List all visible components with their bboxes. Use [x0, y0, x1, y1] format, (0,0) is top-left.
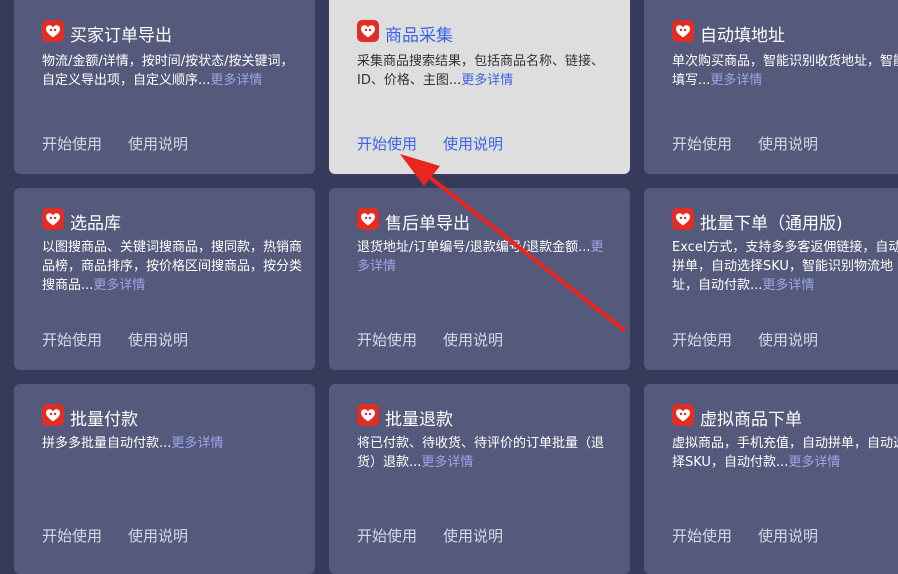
card-title: 批量退款: [357, 404, 453, 431]
card-batch-payment: 批量付款 拼多多批量自动付款...更多详情 开始使用 使用说明: [14, 384, 315, 574]
card-batch-order: 批量下单（通用版) Excel方式，支持多多客返佣链接，自动拼单，自动选择SKU…: [644, 188, 898, 370]
start-button[interactable]: 开始使用: [672, 133, 732, 154]
card-actions: 开始使用 使用说明: [672, 329, 818, 350]
card-description: 虚拟商品，手机充值，自动拼单，自动选择SKU，自动付款...更多详情: [672, 434, 898, 472]
card-actions: 开始使用 使用说明: [42, 329, 188, 350]
guide-button[interactable]: 使用说明: [758, 329, 818, 350]
card-auto-address: 自动填地址 单次购买商品，智能识别收货地址，智能填写...更多详情 开始使用 使…: [644, 0, 898, 174]
pdd-logo-icon: [42, 208, 64, 235]
guide-button[interactable]: 使用说明: [758, 133, 818, 154]
guide-button[interactable]: 使用说明: [443, 133, 503, 154]
card-actions: 开始使用 使用说明: [357, 329, 503, 350]
pdd-logo-icon: [357, 404, 379, 431]
card-description-text: 以图搜商品、关键词搜商品，搜同款，热销商品榜，商品排序，按价格区间搜商品，按分类…: [42, 240, 303, 293]
guide-button[interactable]: 使用说明: [128, 525, 188, 546]
more-details-link[interactable]: 更多详情: [210, 73, 262, 88]
pdd-logo-icon: [672, 404, 694, 431]
card-title: 批量付款: [42, 404, 138, 431]
card-title: 选品库: [42, 208, 121, 235]
start-button[interactable]: 开始使用: [42, 525, 102, 546]
card-title-text: 批量付款: [70, 410, 138, 430]
card-title-text: 虚拟商品下单: [700, 410, 802, 430]
card-virtual-goods-order: 虚拟商品下单 虚拟商品，手机充值，自动拼单，自动选择SKU，自动付款...更多详…: [644, 384, 898, 574]
guide-button[interactable]: 使用说明: [758, 525, 818, 546]
pdd-logo-icon: [42, 404, 64, 431]
more-details-link[interactable]: 更多详情: [93, 278, 145, 293]
start-button[interactable]: 开始使用: [672, 525, 732, 546]
card-aftersale-export: 售后单导出 退货地址/订单编号/退款编号/退款金额...更多详情 开始使用 使用…: [329, 188, 630, 370]
card-actions: 开始使用 使用说明: [672, 525, 818, 546]
card-title-text: 买家订单导出: [70, 26, 172, 46]
more-details-link[interactable]: 更多详情: [762, 278, 814, 293]
start-button[interactable]: 开始使用: [42, 329, 102, 350]
card-title-text: 选品库: [70, 214, 121, 234]
card-buyer-order-export: 买家订单导出 物流/金额/详情，按时间/按状态/按关键词，自定义导出项，自定义顺…: [14, 0, 315, 174]
pdd-logo-icon: [672, 208, 694, 235]
card-description: 将已付款、待收货、待评价的订单批量（退货）退款...更多详情: [357, 434, 607, 472]
card-title: 商品采集: [357, 20, 453, 47]
card-actions: 开始使用 使用说明: [672, 133, 818, 154]
card-title-text: 售后单导出: [385, 214, 470, 234]
card-description: 拼多多批量自动付款...更多详情: [42, 434, 304, 453]
more-details-link[interactable]: 更多详情: [171, 436, 223, 451]
pdd-logo-icon: [42, 20, 64, 47]
guide-button[interactable]: 使用说明: [443, 329, 503, 350]
card-description: 退货地址/订单编号/退款编号/退款金额...更多详情: [357, 238, 607, 276]
start-button[interactable]: 开始使用: [672, 329, 732, 350]
card-actions: 开始使用 使用说明: [42, 133, 188, 154]
card-batch-refund: 批量退款 将已付款、待收货、待评价的订单批量（退货）退款...更多详情 开始使用…: [329, 384, 630, 574]
pdd-logo-icon: [357, 20, 379, 47]
start-button[interactable]: 开始使用: [42, 133, 102, 154]
card-title-text: 商品采集: [385, 26, 453, 46]
card-actions: 开始使用 使用说明: [357, 133, 503, 154]
guide-button[interactable]: 使用说明: [128, 133, 188, 154]
card-description-text: 将已付款、待收货、待评价的订单批量（退货）退款...: [357, 436, 605, 470]
card-description-text: 单次购买商品，智能识别收货地址，智能填写...: [672, 54, 898, 88]
guide-button[interactable]: 使用说明: [128, 329, 188, 350]
card-product-library: 选品库 以图搜商品、关键词搜商品，搜同款，热销商品榜，商品排序，按价格区间搜商品…: [14, 188, 315, 370]
card-title: 售后单导出: [357, 208, 470, 235]
card-title: 虚拟商品下单: [672, 404, 802, 431]
card-title: 买家订单导出: [42, 20, 172, 47]
start-button[interactable]: 开始使用: [357, 133, 417, 154]
start-button[interactable]: 开始使用: [357, 525, 417, 546]
card-title-text: 自动填地址: [700, 26, 785, 46]
start-button[interactable]: 开始使用: [357, 329, 417, 350]
pdd-logo-icon: [672, 20, 694, 47]
card-description-text: 虚拟商品，手机充值，自动拼单，自动选择SKU，自动付款...: [672, 436, 898, 470]
more-details-link[interactable]: 更多详情: [461, 73, 513, 88]
card-description: 物流/金额/详情，按时间/按状态/按关键词，自定义导出项，自定义顺序...更多详…: [42, 52, 304, 90]
more-details-link[interactable]: 更多详情: [788, 455, 840, 470]
more-details-link[interactable]: 更多详情: [421, 455, 473, 470]
card-description: 以图搜商品、关键词搜商品，搜同款，热销商品榜，商品排序，按价格区间搜商品，按分类…: [42, 238, 304, 295]
card-description: 采集商品搜索结果，包括商品名称、链接、ID、价格、主图...更多详情: [357, 52, 607, 90]
more-details-link[interactable]: 更多详情: [710, 73, 762, 88]
card-title-text: 批量退款: [385, 410, 453, 430]
card-description: Excel方式，支持多多客返佣链接，自动拼单，自动选择SKU，智能识别物流地址，…: [672, 238, 898, 295]
card-actions: 开始使用 使用说明: [357, 525, 503, 546]
guide-button[interactable]: 使用说明: [443, 525, 503, 546]
card-title: 自动填地址: [672, 20, 785, 47]
card-description-text: 拼多多批量自动付款...: [42, 436, 172, 451]
pdd-logo-icon: [357, 208, 379, 235]
tool-card-grid: 买家订单导出 物流/金额/详情，按时间/按状态/按关键词，自定义导出项，自定义顺…: [0, 0, 898, 574]
card-title-text: 批量下单（通用版): [700, 214, 843, 234]
card-actions: 开始使用 使用说明: [42, 525, 188, 546]
card-title: 批量下单（通用版): [672, 208, 843, 235]
card-description-text: 退货地址/订单编号/退款编号/退款金额...: [357, 240, 591, 255]
card-description: 单次购买商品，智能识别收货地址，智能填写...更多详情: [672, 52, 898, 90]
card-product-collect: 商品采集 采集商品搜索结果，包括商品名称、链接、ID、价格、主图...更多详情 …: [329, 0, 630, 174]
